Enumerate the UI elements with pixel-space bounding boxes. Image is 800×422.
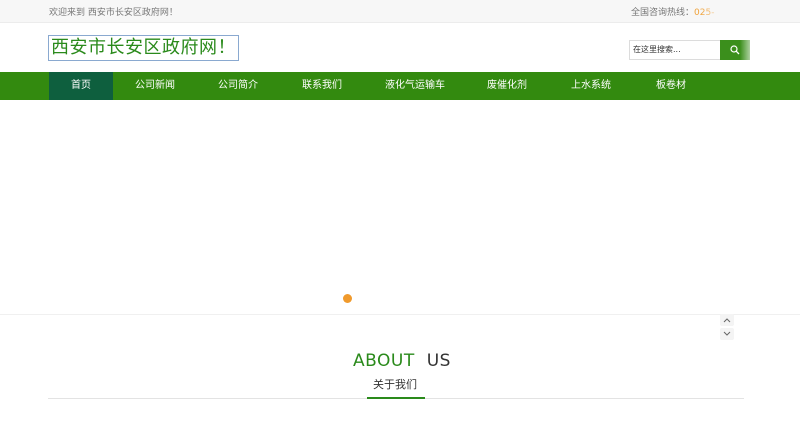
main-nav: 首页 公司新闻 公司简介 联系我们 液化气运输车 废催化剂 上水系统 板卷材 bbox=[0, 72, 800, 100]
scroll-down-button[interactable] bbox=[720, 328, 734, 340]
section-divider bbox=[0, 314, 800, 315]
chevron-up-icon bbox=[723, 318, 731, 323]
search-form: 在这里搜索... bbox=[629, 40, 752, 60]
site-logo[interactable]: 西安市长安区政府网！ bbox=[48, 35, 239, 61]
nav-item-home[interactable]: 首页 bbox=[49, 72, 113, 100]
nav-item-spent-catalyst[interactable]: 废催化剂 bbox=[476, 72, 538, 100]
nav-item-company-profile[interactable]: 公司简介 bbox=[207, 72, 269, 100]
about-heading-word2: US bbox=[426, 351, 451, 371]
nav-item-lpg-truck[interactable]: 液化气运输车 bbox=[377, 72, 453, 100]
about-heading: ABOUT US bbox=[353, 351, 451, 371]
about-accent-bar bbox=[367, 397, 425, 399]
search-icon bbox=[730, 45, 740, 55]
about-subtitle: 关于我们 bbox=[373, 378, 417, 391]
welcome-text: 欢迎来到 西安市长安区政府网！ bbox=[49, 8, 178, 18]
about-heading-word1: ABOUT bbox=[353, 351, 415, 371]
search-input[interactable]: 在这里搜索... bbox=[629, 40, 721, 60]
banner-slider bbox=[0, 100, 800, 314]
chevron-down-icon bbox=[723, 331, 731, 336]
scroll-up-button[interactable] bbox=[720, 314, 734, 326]
nav-item-company-news[interactable]: 公司新闻 bbox=[124, 72, 186, 100]
top-bar: 欢迎来到 西安市长安区政府网！ 全国咨询热线：025- bbox=[0, 0, 800, 23]
nav-item-coil-material[interactable]: 板卷材 bbox=[640, 72, 702, 100]
nav-item-contact-us[interactable]: 联系我们 bbox=[291, 72, 353, 100]
hotline-blur bbox=[700, 2, 780, 20]
hotline-label: 全国咨询热线： bbox=[631, 8, 695, 18]
nav-item-water-system[interactable]: 上水系统 bbox=[560, 72, 622, 100]
search-fade bbox=[740, 40, 752, 60]
slider-dot-active[interactable] bbox=[343, 294, 352, 303]
